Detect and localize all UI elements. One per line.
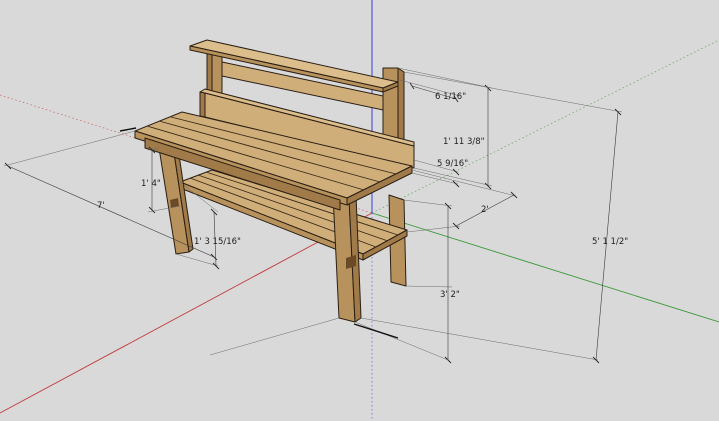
backsplash-edge xyxy=(199,91,206,118)
dim-label-5-1-1-2: 5' 1 1/2" xyxy=(592,237,628,247)
axis-green-dotted xyxy=(371,39,719,214)
model-axes xyxy=(0,0,719,421)
dim-label-6-1-16: 6 1/16" xyxy=(435,92,466,102)
dim-label-5-9-16: 5 9/16" xyxy=(437,159,468,169)
dim-label-1-4: 1' 4" xyxy=(141,179,161,189)
base-segment-right xyxy=(353,323,399,339)
dim-label-1-11-3-8: 1' 11 3/8" xyxy=(443,137,485,147)
dim-label-2: 2' xyxy=(481,205,489,215)
dim-label-1-3-15-16: 1' 3 15/16" xyxy=(194,237,241,247)
sketchup-viewport[interactable]: 6 1/16" 1' 11 3/8" 5 9/16" 2' 1' 4" 7' 1… xyxy=(0,0,719,421)
dim-label-3-2: 3' 2" xyxy=(440,290,460,300)
base-segment-left xyxy=(119,127,137,132)
axis-green-solid xyxy=(371,212,719,323)
model-drawing: 6 1/16" 1' 11 3/8" 5 9/16" 2' 1' 4" 7' 1… xyxy=(0,0,719,421)
dim-label-7: 7' xyxy=(97,201,105,211)
workbench-model[interactable] xyxy=(134,39,415,323)
